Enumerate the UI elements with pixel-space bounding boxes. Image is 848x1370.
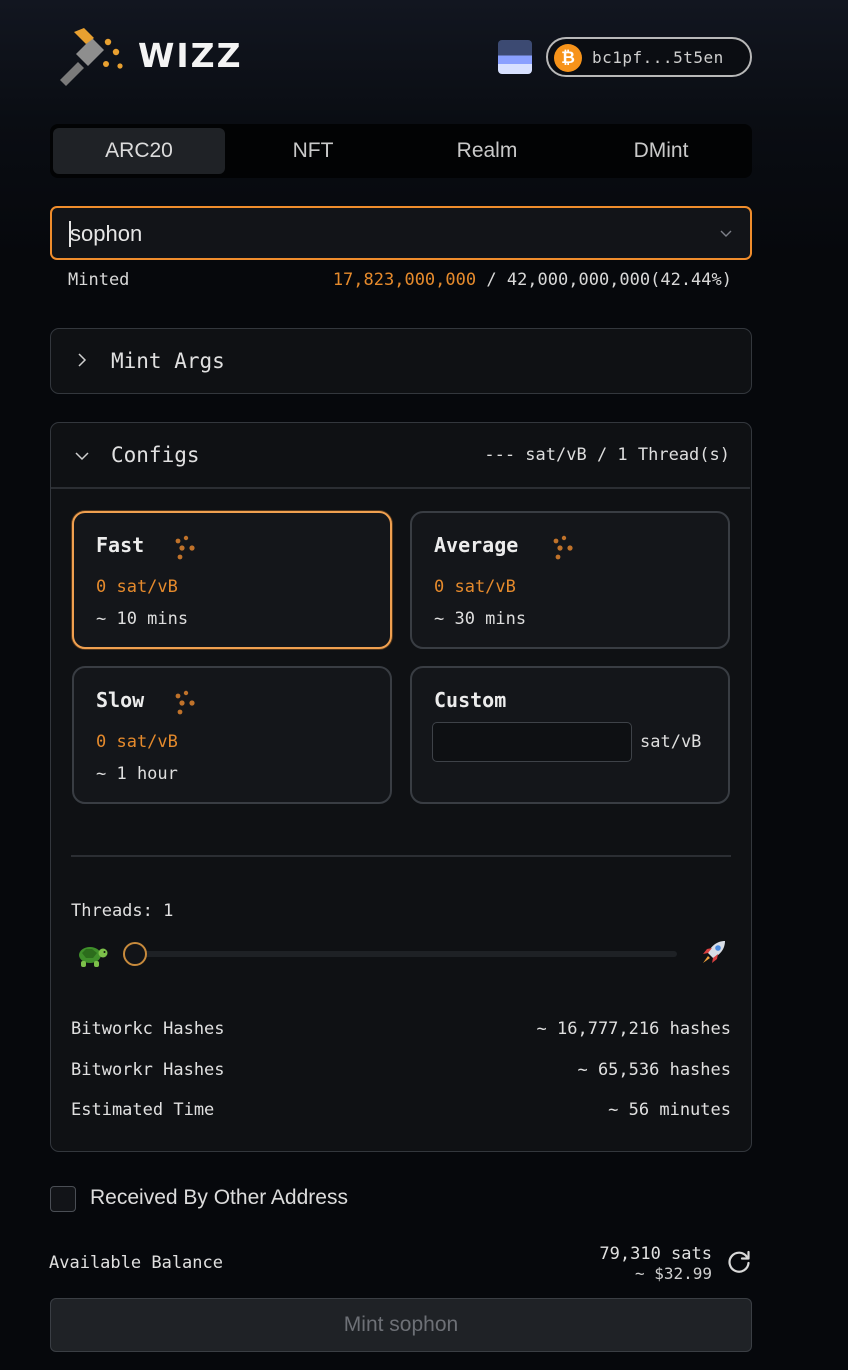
- token-select-value: sophon: [70, 221, 143, 246]
- mint-args-label: Mint Args: [111, 349, 225, 373]
- receive-other-address-label[interactable]: Received By Other Address: [90, 1186, 348, 1210]
- bitcoin-icon: ₿: [554, 44, 582, 72]
- minted-row: Minted 17,823,000,000 / 42,000,000,000(4…: [68, 270, 732, 292]
- wallet-icon[interactable]: [498, 40, 532, 74]
- divider: [71, 855, 731, 857]
- turtle-icon: [79, 947, 108, 967]
- receive-other-address-checkbox[interactable]: [50, 1186, 76, 1212]
- tab-realm[interactable]: Realm: [401, 128, 573, 174]
- tab-arc20[interactable]: ARC20: [53, 128, 225, 174]
- text-cursor: [69, 221, 71, 247]
- custom-fee-unit: sat/vB: [640, 732, 702, 752]
- fee-time: ~ 30 mins: [434, 609, 527, 629]
- stat-label: Bitworkc Hashes: [71, 1019, 225, 1039]
- wizz-logo[interactable]: WIZZ: [56, 26, 241, 86]
- fee-option-slow[interactable]: Slow 0 sat/vB ~ 1 hour: [72, 666, 392, 804]
- custom-fee-input[interactable]: [432, 722, 632, 762]
- chevron-down-icon: [720, 230, 732, 237]
- fee-time: ~ 1 hour: [96, 764, 178, 784]
- available-balance-label: Available Balance: [49, 1253, 223, 1273]
- token-select[interactable]: sophon: [50, 206, 752, 260]
- fee-time: ~ 10 mins: [96, 609, 189, 629]
- mint-args-panel[interactable]: Mint Args: [50, 328, 752, 394]
- configs-header[interactable]: Configs --- sat/vB / 1 Thread(s): [51, 423, 750, 487]
- balance-usd: ~ $32.99: [634, 1264, 712, 1283]
- fee-dots-icon: [553, 535, 573, 560]
- minted-label: Minted: [68, 270, 130, 290]
- chevron-down-icon: [75, 452, 89, 461]
- minted-separator: /: [476, 270, 507, 290]
- tab-nft[interactable]: NFT: [227, 128, 399, 174]
- stat-value: ~ 16,777,216 hashes: [536, 1019, 731, 1039]
- balance-sats: 79,310 sats: [599, 1244, 712, 1264]
- wallet-address-button[interactable]: ₿ bc1pf...5t5en: [546, 37, 752, 77]
- hammer-icon: [60, 28, 123, 86]
- minted-current: 17,823,000,000: [332, 270, 477, 290]
- configs-panel: Configs --- sat/vB / 1 Thread(s) Fast 0 …: [50, 422, 752, 1152]
- threads-slider-thumb[interactable]: [123, 942, 147, 966]
- stat-label: Bitworkr Hashes: [71, 1060, 225, 1080]
- fee-title: Custom: [434, 688, 507, 712]
- rocket-icon: [703, 941, 725, 963]
- fee-title: Fast: [96, 533, 145, 557]
- fee-rate: 0 sat/vB: [434, 577, 516, 597]
- minted-total: 42,000,000,000(42.44%): [506, 270, 732, 290]
- stat-value: ~ 65,536 hashes: [577, 1060, 731, 1080]
- configs-summary: --- sat/vB / 1 Thread(s): [484, 445, 730, 465]
- brand-name: WIZZ: [138, 36, 243, 75]
- fee-option-fast[interactable]: Fast 0 sat/vB ~ 10 mins: [72, 511, 392, 649]
- fee-dots-icon: [175, 535, 195, 560]
- stat-row-bitworkc: Bitworkc Hashes ~ 16,777,216 hashes: [71, 1019, 731, 1041]
- refresh-icon[interactable]: [726, 1249, 752, 1275]
- chevron-right-icon: [78, 353, 87, 367]
- stat-row-estimated-time: Estimated Time ~ 56 minutes: [71, 1100, 731, 1122]
- tab-dmint[interactable]: DMint: [575, 128, 747, 174]
- configs-label: Configs: [111, 443, 200, 467]
- minted-value: 17,823,000,000 / 42,000,000,000(42.44%): [333, 270, 732, 290]
- protocol-tabs: ARC20 NFT Realm DMint: [50, 124, 752, 178]
- threads-slider-track[interactable]: [125, 951, 677, 957]
- fee-option-average[interactable]: Average 0 sat/vB ~ 30 mins: [410, 511, 730, 649]
- divider: [51, 487, 750, 489]
- stat-row-bitworkr: Bitworkr Hashes ~ 65,536 hashes: [71, 1060, 731, 1082]
- fee-dots-icon: [175, 690, 195, 715]
- stat-value: ~ 56 minutes: [608, 1100, 731, 1120]
- wallet-address: bc1pf...5t5en: [592, 48, 724, 67]
- fee-option-custom[interactable]: Custom sat/vB: [410, 666, 730, 804]
- fee-title: Average: [434, 533, 519, 557]
- threads-label: Threads: 1: [71, 901, 174, 921]
- stat-label: Estimated Time: [71, 1100, 215, 1120]
- fee-rate: 0 sat/vB: [96, 732, 178, 752]
- header: WIZZ ₿ bc1pf...5t5en: [0, 0, 848, 112]
- fee-rate: 0 sat/vB: [96, 577, 178, 597]
- mint-button[interactable]: Mint sophon: [50, 1298, 752, 1352]
- fee-title: Slow: [96, 688, 145, 712]
